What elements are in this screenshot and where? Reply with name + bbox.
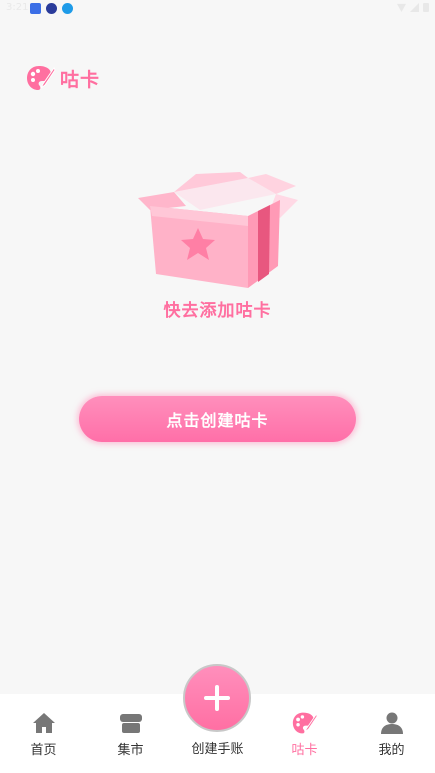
tab-me-label: 我的 — [378, 743, 405, 758]
tab-market-label: 集市 — [117, 743, 144, 758]
download-icon — [62, 3, 73, 14]
page-title: 咕卡 — [60, 68, 101, 91]
tab-home-label: 首页 — [30, 743, 57, 758]
palette-icon — [292, 712, 318, 734]
palette-icon — [27, 66, 56, 90]
empty-state-message: 快去添加咕卡 — [163, 301, 272, 321]
notification-app-icon — [30, 3, 41, 14]
status-time: 3:21 — [6, 2, 29, 13]
plus-icon — [204, 685, 230, 711]
shop-icon — [119, 714, 142, 733]
page-header: 咕卡 — [26, 64, 100, 92]
create-guka-button-label: 点击创建咕卡 — [166, 411, 269, 430]
user-icon — [380, 712, 403, 734]
notification-moon-icon — [46, 3, 57, 14]
battery-icon — [423, 3, 429, 12]
tab-me[interactable]: 我的 — [348, 694, 435, 773]
status-indicators — [397, 3, 429, 12]
tab-guka-label: 咕卡 — [291, 743, 318, 758]
tab-create-journal-label: 创建手账 — [191, 742, 244, 757]
tab-market[interactable]: 集市 — [87, 694, 174, 773]
create-journal-button[interactable] — [183, 664, 251, 732]
tab-home[interactable]: 首页 — [0, 694, 87, 773]
home-icon — [32, 713, 55, 733]
status-bar: 3:21 — [0, 0, 435, 18]
signal-icon — [410, 3, 419, 12]
tab-guka[interactable]: 咕卡 — [261, 694, 348, 773]
create-guka-button[interactable]: 点击创建咕卡 — [79, 396, 356, 442]
empty-box-illustration — [138, 172, 298, 288]
wifi-icon — [397, 3, 406, 12]
